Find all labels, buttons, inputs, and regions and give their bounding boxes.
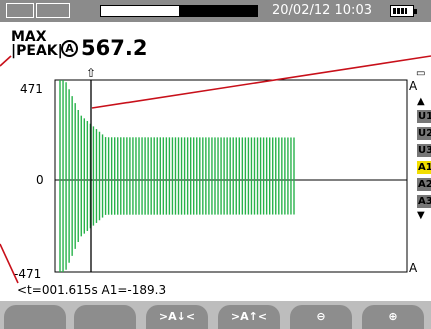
y-tick-bottom: -471: [14, 267, 41, 281]
scroll-down-icon[interactable]: ▼: [417, 210, 425, 221]
cursor-to-min-button[interactable]: >A↓<: [146, 305, 208, 329]
y-tick-top: 471: [20, 82, 43, 96]
channel-a1[interactable]: A1: [417, 161, 431, 174]
cursor-readout: <t=001.615s A1=-189.3: [17, 283, 167, 297]
right-marker-top: A: [409, 79, 418, 93]
y-tick-zero: 0: [36, 173, 44, 187]
zoom-out-button[interactable]: ⊖: [290, 305, 352, 329]
channel-a2[interactable]: A2: [417, 178, 431, 191]
waveform-chart: ⇧ 471 0 -471 A A: [0, 55, 431, 284]
callout-line-left-bottom: [0, 243, 19, 284]
callout-line-left: [0, 55, 12, 67]
expand-icon[interactable]: ▭: [416, 68, 425, 79]
channel-u2[interactable]: U2: [417, 127, 431, 140]
callout-line: [91, 55, 431, 109]
scroll-up-icon[interactable]: ▲: [417, 96, 425, 107]
cursor-marker-icon: ⇧: [86, 66, 96, 80]
cursor-to-max-button[interactable]: >A↑<: [218, 305, 280, 329]
channel-a3[interactable]: A3: [417, 195, 431, 208]
zoom-in-button[interactable]: ⊕: [362, 305, 424, 329]
right-marker-bottom: A: [409, 261, 418, 275]
channel-u1[interactable]: U1: [417, 110, 431, 123]
function-key-bar: >A↓< >A↑< ⊖ ⊕: [0, 301, 431, 329]
fkey-2[interactable]: [74, 305, 136, 329]
plot-frame: [54, 79, 408, 273]
channel-u3[interactable]: U3: [417, 144, 431, 157]
zoom-out-icon: ⊖: [316, 310, 326, 323]
fkey-1[interactable]: [4, 305, 66, 329]
trace-group: [59, 80, 295, 272]
zoom-in-icon: ⊕: [388, 310, 398, 323]
